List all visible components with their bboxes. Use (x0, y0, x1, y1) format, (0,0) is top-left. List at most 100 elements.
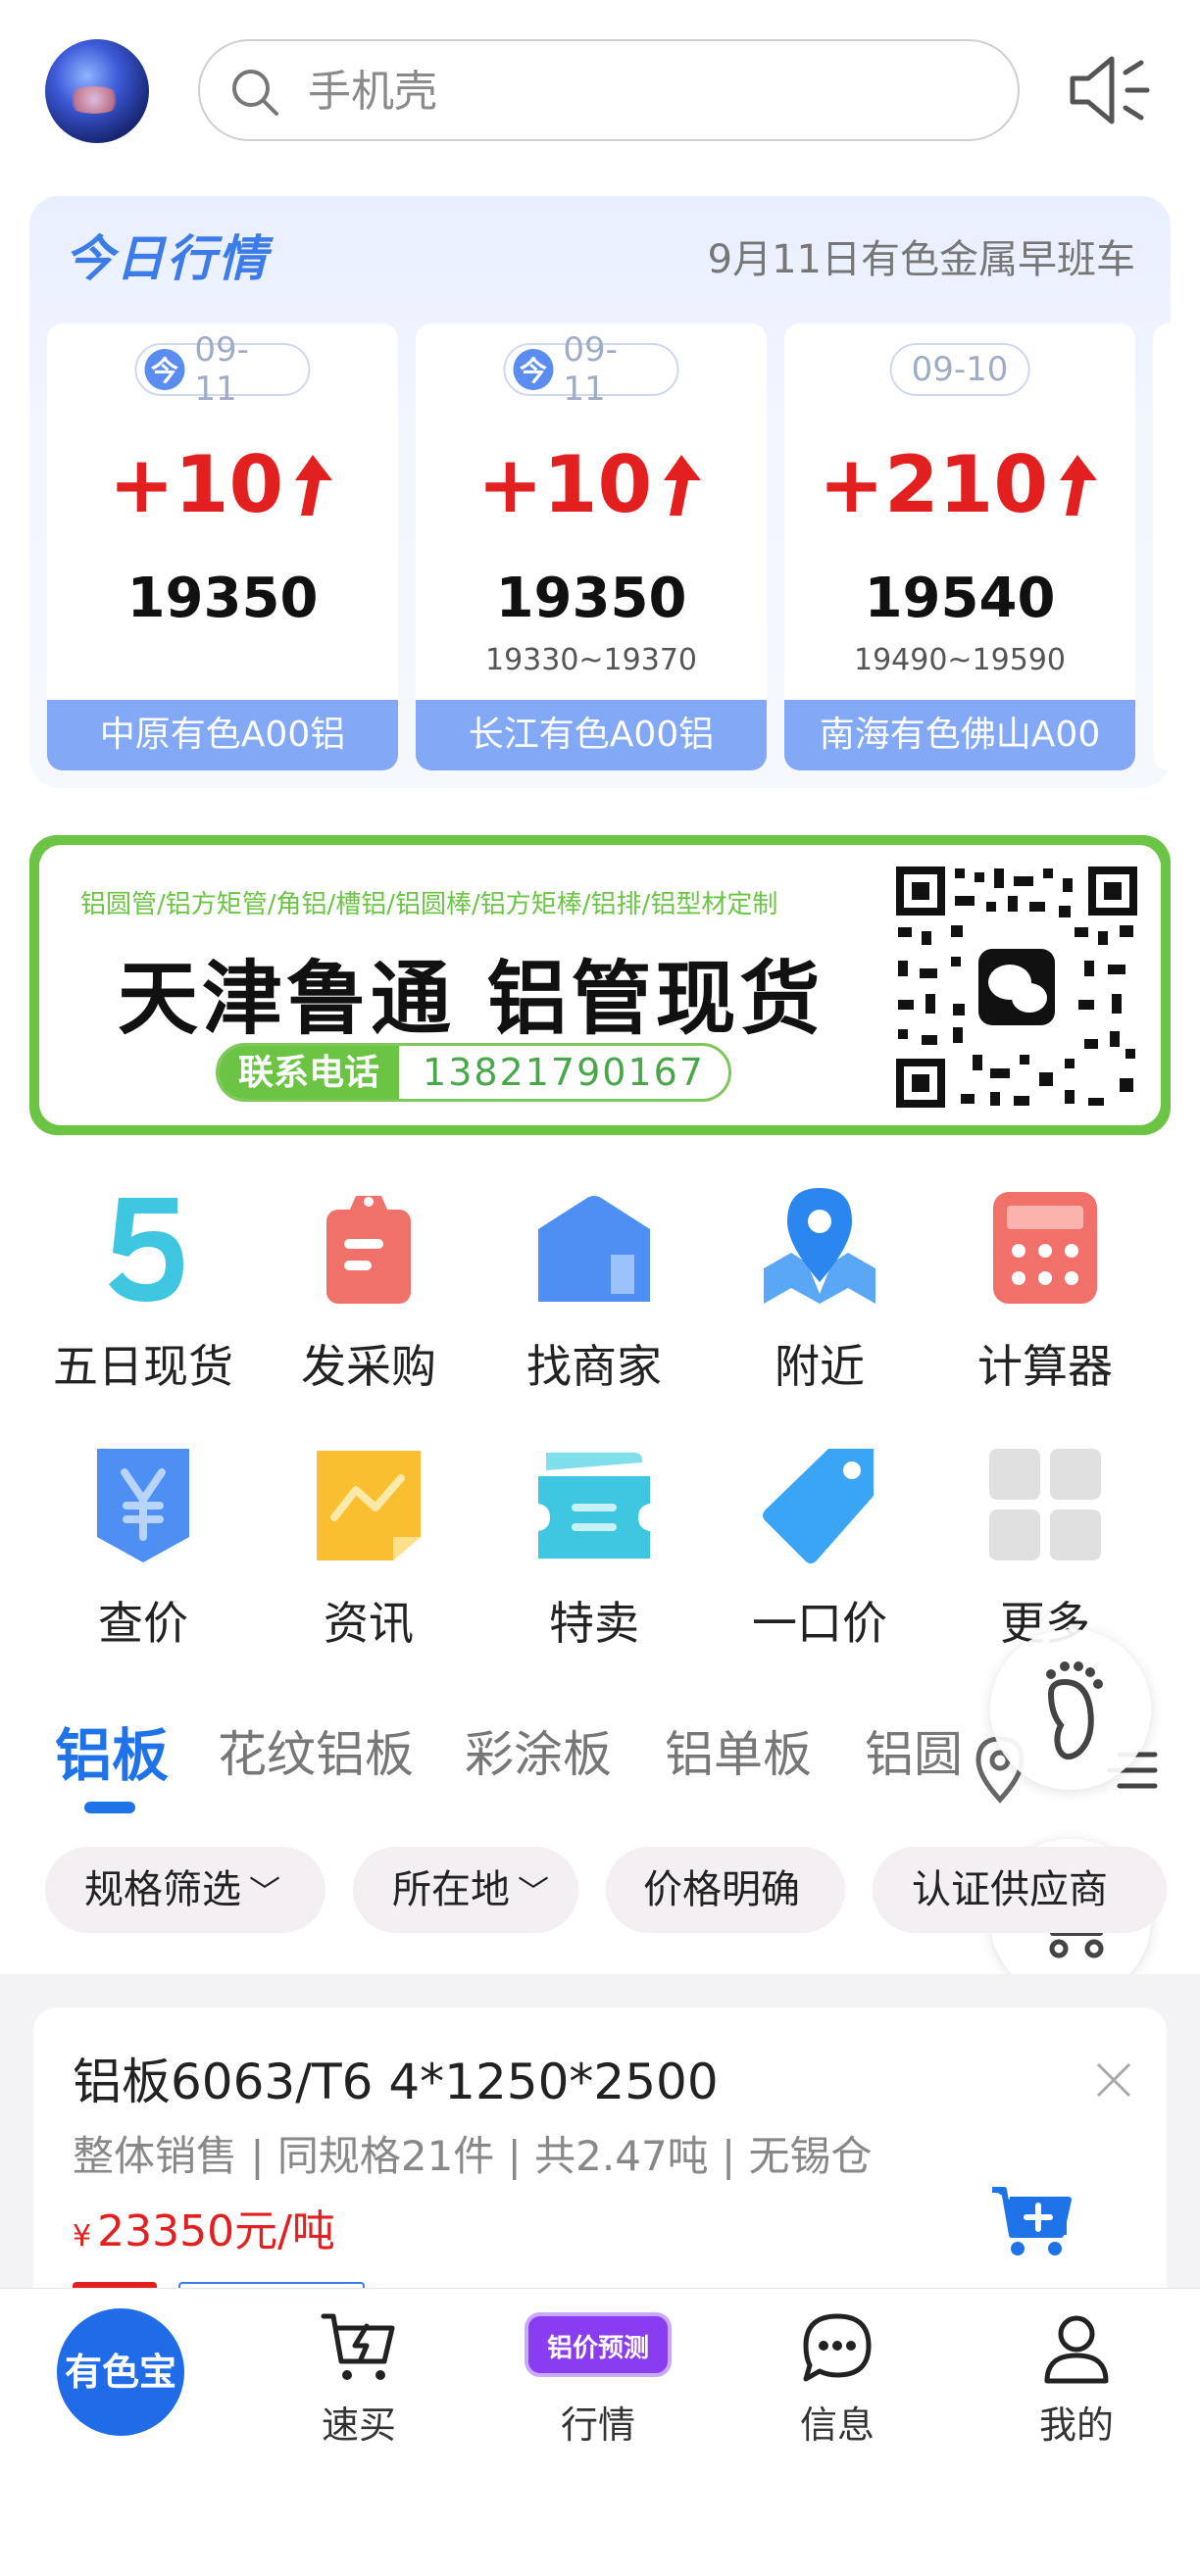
market-cards: 今 09-11 +10 19350 中原有色A00铝 今 09-11 +10 1… (47, 323, 1171, 774)
filter-clear-price[interactable]: 价格明确 (606, 1847, 845, 1933)
date-pill: 09-10 (889, 343, 1030, 396)
nav-label: 速买 (321, 2403, 396, 2447)
nav-profile[interactable]: 我的 (988, 2308, 1165, 2449)
filter-certified[interactable]: 认证供应商 (873, 1847, 1167, 1933)
card-price: 19350 (495, 567, 687, 630)
change-value: +10 (108, 439, 284, 530)
product-price: ¥23350元/吨 (73, 2196, 335, 2258)
speaker-icon[interactable] (1063, 45, 1153, 135)
map-pin-icon (764, 1188, 875, 1304)
market-panel: 今日行情 9月11日有色金属早班车 今 09-11 +10 19350 中原有色… (29, 196, 1171, 788)
nav-messages[interactable]: 信息 (749, 2308, 925, 2449)
search-input[interactable]: 手机壳 (198, 39, 1020, 141)
product-meta: 整体销售 | 同规格21件 | 共2.47吨 | 无锡仓 (73, 2132, 873, 2180)
nav-label: 行情 (560, 2403, 635, 2447)
five-icon (109, 1198, 183, 1302)
grid-item-nearby[interactable]: 附近 (712, 1186, 927, 1402)
market-subtitle[interactable]: 9月11日有色金属早班车 (708, 227, 1135, 284)
search-icon (232, 70, 278, 116)
grid-label: 发采购 (301, 1340, 436, 1393)
grid-item-news[interactable]: 资讯 (261, 1443, 476, 1659)
chat-icon (803, 2313, 872, 2382)
grid-item-purchase[interactable]: 发采购 (261, 1186, 476, 1402)
banner-tags: 铝圆管/铝方矩管/角铝/槽铝/铝圆棒/铝方矩棒/铝排/铝型材定制 (80, 890, 778, 919)
shop-icon (538, 1196, 650, 1302)
tab-single-plate[interactable]: 铝单板 (665, 1715, 812, 1786)
price-change: +210 (784, 439, 1135, 530)
chevron-down-icon: ﹀ (249, 1873, 281, 1910)
card-name: 中原有色A00铝 (47, 700, 398, 770)
nav-market[interactable]: 铝价预测 行情 (510, 2308, 686, 2449)
market-card[interactable]: 今 09-11 +10 19350 19330~19370 长江有色A00铝 (416, 323, 767, 770)
grid-label: 特卖 (549, 1597, 639, 1650)
grid-label: 找商家 (526, 1340, 662, 1393)
grid-item-more[interactable]: 更多 (937, 1443, 1153, 1659)
more-grid-icon (989, 1449, 1101, 1560)
avatar[interactable] (45, 39, 149, 143)
ad-banner-inner: 铝圆管/铝方矩管/角铝/槽铝/铝圆棒/铝方矩棒/铝排/铝型材定制 天津鲁通 铝管… (39, 845, 1161, 1125)
grid-item-five-day[interactable]: 五日现货 (35, 1186, 251, 1402)
market-card[interactable]: 09-10 +210 19540 19490~19590 南海有色佛山A00 (784, 323, 1135, 770)
tab-patterned-plate[interactable]: 花纹铝板 (218, 1715, 414, 1786)
tab-coated-plate[interactable]: 彩涂板 (465, 1715, 612, 1786)
card-name: 长江有色A00铝 (416, 700, 767, 770)
footprint-button[interactable] (990, 1629, 1151, 1790)
card-range: 19490~19590 (853, 643, 1066, 677)
grid-item-fixed-price[interactable]: 一口价 (712, 1443, 927, 1659)
price-change: +10 (47, 439, 398, 530)
user-icon (1044, 2315, 1109, 2384)
qr-code-icon (892, 863, 1141, 1112)
grid-label: 查价 (98, 1597, 188, 1650)
close-icon[interactable] (1094, 2060, 1133, 2100)
banner-title: 天津鲁通 铝管现货 (118, 952, 825, 1046)
date-pill: 今 09-11 (503, 330, 679, 409)
filter-label: 规格筛选 (84, 1867, 241, 1912)
footprint-icon (1046, 1661, 1103, 1760)
news-icon (317, 1451, 421, 1560)
card-name: 南海有色佛山A00 (784, 700, 1135, 770)
product-card[interactable]: 铝板6063/T6 4*1250*2500 整体销售 | 同规格21件 | 共2… (33, 2007, 1167, 2311)
grid-label: 五日现货 (53, 1340, 233, 1393)
filter-label: 认证供应商 (912, 1867, 1108, 1912)
search-placeholder: 手机壳 (308, 67, 437, 117)
grid-item-find-merchant[interactable]: 找商家 (486, 1186, 702, 1402)
nav-home-button[interactable]: 有色宝 (57, 2308, 184, 2436)
tab-aluminum-plate[interactable]: 铝板 (55, 1709, 169, 1792)
currency-symbol: ¥ (73, 2219, 92, 2254)
up-arrow-icon (1060, 454, 1098, 516)
filter-bar: 规格筛选 ﹀ 所在地 ﹀ 价格明确 认证供应商 (0, 1847, 1200, 1935)
product-title: 铝板6063/T6 4*1250*2500 (73, 2054, 719, 2110)
yen-shield-icon (97, 1449, 189, 1562)
nav-quick-buy[interactable]: 速买 (271, 2308, 447, 2449)
ad-banner[interactable]: 铝圆管/铝方矩管/角铝/槽铝/铝圆棒/铝方矩棒/铝排/铝型材定制 天津鲁通 铝管… (29, 835, 1171, 1135)
active-tab-indicator (84, 1802, 135, 1813)
market-card[interactable]: 今 09-11 +10 19350 中原有色A00铝 (47, 323, 398, 770)
change-value: +10 (476, 439, 653, 530)
add-to-cart-icon[interactable] (990, 2184, 1075, 2258)
card-price: 19350 (126, 567, 319, 630)
filter-location[interactable]: 所在地 ﹀ (353, 1847, 578, 1933)
card-date: 09-11 (563, 330, 618, 409)
top-bar: 手机壳 (0, 0, 1200, 186)
card-range: 19330~19370 (484, 643, 697, 677)
card-price: 19540 (864, 567, 1056, 630)
grid-item-calculator[interactable]: 计算器 (937, 1186, 1153, 1402)
up-arrow-icon (295, 454, 333, 516)
chevron-down-icon: ﹀ (518, 1873, 550, 1910)
nav-label: 我的 (1038, 2403, 1114, 2447)
grid-item-special-sale[interactable]: 特卖 (486, 1443, 702, 1659)
grid-label: 计算器 (977, 1340, 1113, 1393)
phone-number: 13821790167 (423, 1051, 705, 1094)
promo-badge: 铝价预测 (525, 2312, 672, 2377)
up-arrow-icon (664, 454, 702, 516)
price-tag-icon (763, 1449, 874, 1563)
today-badge: 今 (144, 349, 185, 390)
nav-label: 信息 (799, 2403, 875, 2447)
price-value: 23350元/吨 (97, 2206, 335, 2256)
market-card-partial[interactable] (1153, 323, 1171, 770)
grid-item-price-check[interactable]: 查价 (35, 1443, 251, 1659)
ticket-icon (538, 1453, 650, 1559)
filter-spec[interactable]: 规格筛选 ﹀ (45, 1847, 325, 1933)
price-change: +10 (416, 439, 767, 530)
tab-round-tube[interactable]: 铝圆 (865, 1715, 963, 1786)
